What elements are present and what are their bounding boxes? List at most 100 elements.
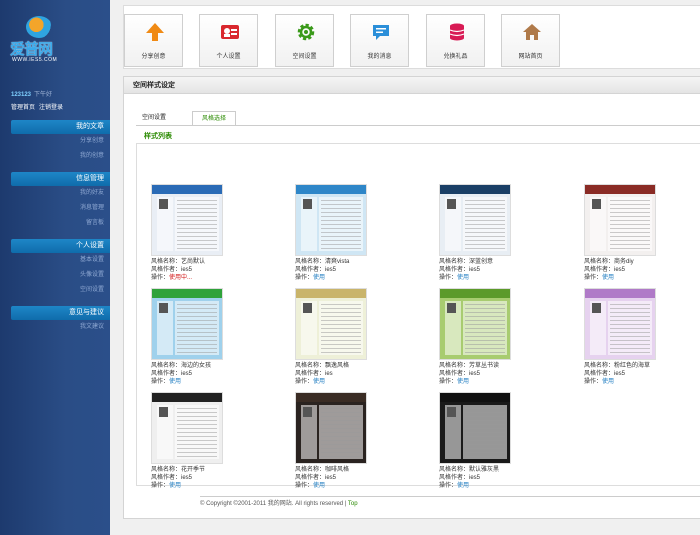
theme-use-link[interactable]: 使用 [457,483,469,489]
theme-action-label: 操作： [439,483,458,489]
theme-preview[interactable] [295,392,367,464]
nav-my-messages[interactable]: 我的消息 [350,14,409,67]
sidebar-item[interactable]: 我的好友 [11,186,110,201]
theme-use-link[interactable]: 使用 [169,379,181,385]
preview-header [296,289,366,298]
theme-item: 风格名称：咖啡风格 风格作者：ies5 操作：使用 [295,392,415,490]
theme-author: 风格作者：ies5 [151,371,193,377]
theme-use-link[interactable]: 使用 [602,275,614,281]
theme-use-link[interactable]: 使用 [457,379,469,385]
theme-item: 风格名称：飘逸风格 风格作者：ies 操作：使用 [295,288,415,386]
preview-text-lines [177,304,217,354]
preview-header [296,393,366,402]
sidebar-group-feedback: 意见与建议 我文建议 [11,306,110,335]
theme-action-row: 操作：使用 [584,274,700,282]
upload-arrow-icon [146,23,164,41]
footer: © Copyright ©2001-2011 我的网站. All rights … [200,496,700,518]
theme-use-link[interactable]: 使用 [169,483,181,489]
manage-home-link[interactable]: 管理首页 [11,105,35,111]
theme-action-row: 操作：使用 [439,482,559,490]
preview-text-lines [321,200,361,250]
sidebar-item[interactable]: 消息管理 [11,201,110,216]
sidebar-item[interactable]: 头像设置 [11,268,110,283]
theme-info: 风格名称：默认雅灰黑 风格作者：ies5 操作：使用 [439,466,559,490]
preview-avatar [447,407,456,417]
sidebar-group-info: 信息管理 我的好友 消息管理 留言板 [11,172,110,231]
theme-action-label: 操作： [295,275,314,281]
preview-text-lines [465,304,505,354]
theme-author: 风格作者：ies5 [439,267,481,273]
nav-personal-settings[interactable]: 个人设置 [199,14,258,67]
sidebar-head[interactable]: 信息管理 [11,172,110,186]
preview-header [296,185,366,194]
tab-space-settings[interactable]: 空间设置 [142,111,182,125]
theme-author: 风格作者：ies5 [295,475,337,481]
theme-use-link[interactable]: 使用 [313,379,325,385]
theme-preview[interactable] [295,184,367,256]
theme-item: 风格名称：粉红色的海草 风格作者：ies5 操作：使用 [584,288,700,386]
style-list: 风格名称：艺尚默认 风格作者：ies5 操作：使用中... 风格名称：清爽vista 风… [136,143,700,489]
preview-header [585,185,655,194]
theme-info: 风格名称：飘逸风格 风格作者：ies 操作：使用 [295,362,415,386]
preview-avatar [303,199,312,209]
top-link[interactable]: Top [348,501,358,507]
greeting-text: 下午好 [34,92,53,98]
theme-action-row: 操作：使用 [295,482,415,490]
theme-use-link[interactable]: 使用 [457,275,469,281]
theme-preview[interactable] [295,288,367,360]
preview-avatar [592,199,601,209]
preview-header [440,393,510,402]
theme-preview[interactable] [584,288,656,360]
theme-action-label: 操作： [295,379,314,385]
nav-label: 网站首页 [518,54,543,60]
theme-item: 风格名称：深蓝创意 风格作者：ies5 操作：使用 [439,184,559,282]
sidebar-item[interactable]: 留言板 [11,216,110,231]
theme-info: 风格名称：商务diy 风格作者：ies5 操作：使用 [584,258,700,282]
preview-header [440,185,510,194]
theme-preview[interactable] [151,392,223,464]
sidebar-item[interactable]: 我文建议 [11,320,110,335]
theme-preview[interactable] [584,184,656,256]
theme-item: 风格名称：商务diy 风格作者：ies5 操作：使用 [584,184,700,282]
theme-item: 风格名称：艺尚默认 风格作者：ies5 操作：使用中... [151,184,271,282]
theme-preview[interactable] [439,184,511,256]
preview-header [152,185,222,194]
nav-space-settings[interactable]: 空间设置 [275,14,334,67]
site-logo[interactable]: 爱普网 WWW.IES5.COM [10,16,70,68]
sidebar-head[interactable]: 个人设置 [11,239,110,253]
theme-preview[interactable] [151,184,223,256]
theme-action-row: 操作：使用 [151,378,271,386]
tab-style-select[interactable]: 风格选择 [192,111,236,125]
user-id: 123123 [11,92,32,98]
nav-site-home[interactable]: 网站首页 [501,14,560,67]
theme-author: 风格作者：ies5 [584,267,626,273]
theme-action-label: 操作： [439,379,458,385]
theme-action-row: 操作：使用 [295,378,415,386]
preview-avatar [303,407,312,417]
sidebar-item[interactable]: 分享创意 [11,134,110,149]
theme-name: 风格名称：咖啡风格 [295,467,350,473]
theme-preview[interactable] [439,392,511,464]
gear-icon [297,23,315,41]
theme-preview[interactable] [151,288,223,360]
preview-header [440,289,510,298]
sidebar-item[interactable]: 空间设置 [11,283,110,298]
nav-redeem-gifts[interactable]: 兑换礼品 [426,14,485,67]
user-greeting: 123123 下午好 [11,89,52,98]
theme-use-link[interactable]: 使用 [313,483,325,489]
nav-share-idea[interactable]: 分享创意 [124,14,183,67]
theme-use-link[interactable]: 使用 [313,275,325,281]
theme-info: 风格名称：深蓝创意 风格作者：ies5 操作：使用 [439,258,559,282]
theme-action-row: 操作：使用 [439,378,559,386]
sidebar-head[interactable]: 我的文章 [11,120,110,134]
theme-use-link[interactable]: 使用 [602,379,614,385]
sidebar-head[interactable]: 意见与建议 [11,306,110,320]
sidebar-item[interactable]: 我的创意 [11,149,110,164]
theme-author: 风格作者：ies5 [151,475,193,481]
theme-preview[interactable] [439,288,511,360]
logout-link[interactable]: 注销登录 [39,105,63,111]
sidebar-item[interactable]: 基本设置 [11,253,110,268]
theme-name: 风格名称：商务diy [584,259,634,265]
chat-bubble-icon [373,25,389,40]
theme-author: 风格作者：ies5 [295,267,337,273]
